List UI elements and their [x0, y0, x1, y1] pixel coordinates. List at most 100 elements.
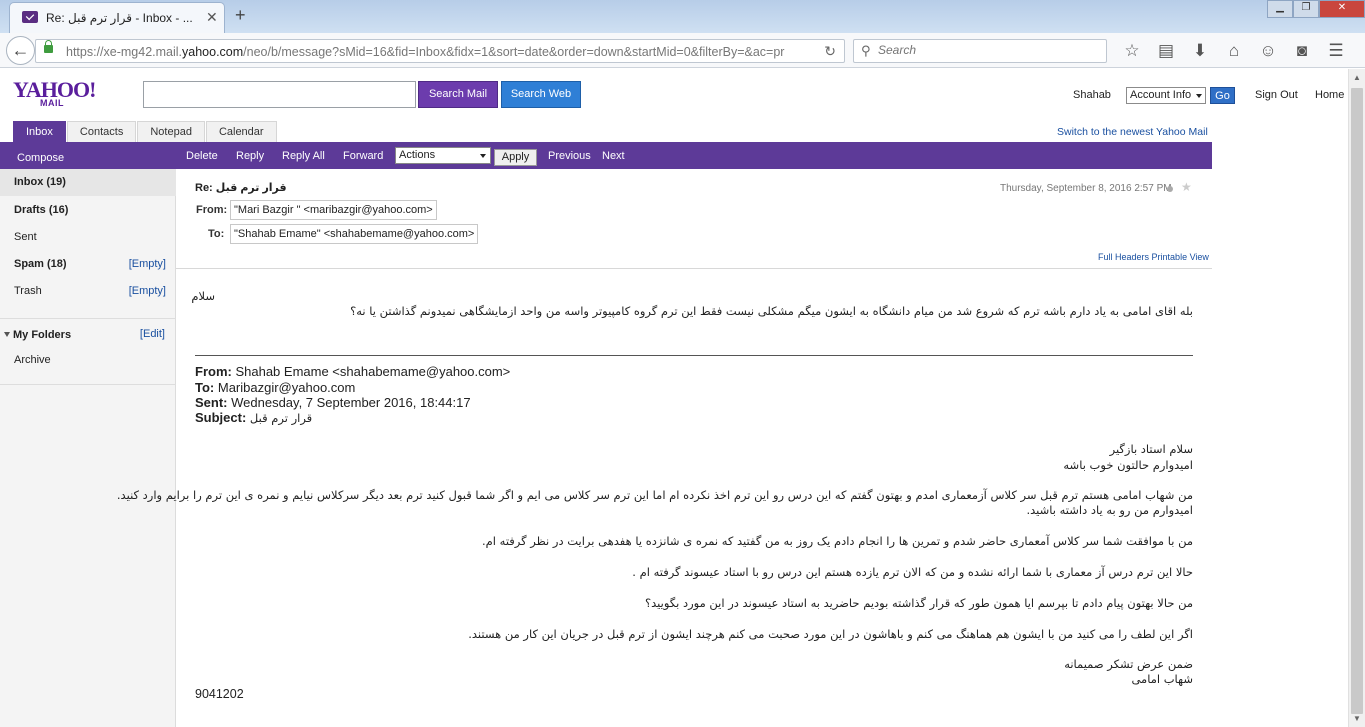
account-info-select[interactable]: Account Info: [1126, 87, 1206, 104]
quoted-line: امیدوارم حالتون خوب باشه: [1063, 458, 1193, 472]
back-button[interactable]: ←: [6, 36, 35, 65]
empty-trash-link[interactable]: [Empty]: [129, 278, 166, 305]
sidebar-item-inbox[interactable]: Inbox (19): [0, 169, 176, 196]
reply-text: بله اقای امامی به یاد دارم باشه ترم که ش…: [350, 304, 1193, 318]
go-button[interactable]: Go: [1210, 87, 1235, 104]
search-web-button[interactable]: Search Web: [501, 81, 581, 108]
download-icon[interactable]: ⬇: [1183, 38, 1217, 64]
minimize-button[interactable]: ▁: [1267, 0, 1293, 18]
browser-tabstrip: Re: قرار ترم قبل - Inbox - ... ✕ + ▁ ❐ ✕: [0, 0, 1365, 33]
tab-contacts[interactable]: Contacts: [66, 121, 137, 142]
tab-title: Re: قرار ترم قبل - Inbox - ...: [46, 11, 193, 25]
chevron-down-icon: [480, 154, 486, 158]
quote-divider: [195, 355, 1193, 356]
browser-tab[interactable]: Re: قرار ترم قبل - Inbox - ... ✕: [9, 2, 225, 33]
full-headers-link[interactable]: Full Headers: [1098, 252, 1149, 262]
actions-select[interactable]: Actions: [395, 147, 491, 164]
from-address[interactable]: "Mari Bazgir " <maribazgir@yahoo.com>: [230, 200, 437, 220]
quoted-line: من با موافقت شما سر کلاس آمعماری حاضر شد…: [482, 534, 1193, 548]
home-icon[interactable]: ⌂: [1217, 38, 1251, 64]
quoted-sent: Sent: Wednesday, 7 September 2016, 18:44…: [195, 395, 471, 410]
empty-spam-link[interactable]: [Empty]: [129, 251, 166, 278]
mail-tabs: Inbox Contacts Notepad Calendar: [13, 121, 278, 142]
sidebar-item-trash[interactable]: Trash [Empty]: [0, 278, 176, 305]
message-toolbar: Compose Delete Reply Reply All Forward A…: [0, 142, 1212, 169]
quoted-line: سلام استاد بازگیر: [1109, 442, 1193, 456]
quoted-line: من شهاب امامی هستم ترم قبل سر کلاس آزمعم…: [116, 488, 1193, 502]
quoted-line: شهاب امامی: [1131, 672, 1193, 686]
to-address[interactable]: "Shahab Emame" <shahabemame@yahoo.com>: [230, 224, 479, 244]
scroll-up-icon[interactable]: ▲: [1349, 69, 1365, 86]
search-icon: ⚲: [861, 43, 871, 58]
read-status-dot-icon[interactable]: [1167, 186, 1173, 192]
url-text[interactable]: https://xe-mg42.mail.yahoo.com/neo/b/mes…: [66, 45, 784, 59]
bookmark-star-icon[interactable]: ☆: [1115, 38, 1149, 64]
new-tab-button[interactable]: +: [235, 5, 246, 26]
reading-list-icon[interactable]: ▤: [1149, 38, 1183, 64]
user-name: Shahab: [1073, 89, 1111, 101]
my-folders-header[interactable]: My Folders: [4, 329, 71, 341]
search-mail-button[interactable]: Search Mail: [418, 81, 498, 108]
folder-sidebar: Inbox (19) Drafts (16) Sent Spam (18) [Em…: [0, 169, 176, 727]
star-icon[interactable]: ★: [1181, 180, 1192, 194]
page-scrollbar[interactable]: ▲ ▼: [1348, 69, 1365, 727]
browser-search-bar[interactable]: ⚲: [853, 39, 1107, 63]
browser-search-input[interactable]: [878, 43, 1098, 57]
to-label: To:: [208, 228, 225, 240]
mail-search-input[interactable]: [143, 81, 416, 108]
window-controls: ▁ ❐ ✕: [1267, 0, 1365, 18]
address-bar[interactable]: https://xe-mg42.mail.yahoo.com/neo/b/mes…: [35, 39, 845, 63]
header-links: Full Headers Printable View: [1098, 252, 1209, 262]
hamburger-menu-icon[interactable]: ☰: [1319, 38, 1353, 64]
compose-button[interactable]: Compose: [17, 152, 64, 164]
edit-folders-link[interactable]: [Edit]: [140, 328, 165, 340]
reload-icon[interactable]: ↻: [824, 43, 836, 60]
printable-view-link[interactable]: Printable View: [1152, 252, 1209, 262]
header-divider: [176, 268, 1212, 269]
message-date: Thursday, September 8, 2016 2:57 PM: [1000, 183, 1172, 194]
yahoo-mail-logo[interactable]: YAHOO! MAIL: [13, 79, 96, 110]
sidebar-item-archive[interactable]: Archive: [0, 347, 176, 374]
quoted-line: من حالا بهتون پیام دادم تا بپرسم ایا همو…: [645, 596, 1193, 610]
student-number: 9041202: [195, 687, 244, 701]
quoted-subject: Subject: قرار ترم قبل: [195, 410, 313, 425]
sign-out-link[interactable]: Sign Out: [1255, 89, 1298, 101]
quoted-from: From: Shahab Emame <shahabemame@yahoo.co…: [195, 364, 511, 379]
sidebar-item-sent[interactable]: Sent: [0, 224, 176, 251]
browser-navbar: ← https://xe-mg42.mail.yahoo.com/neo/b/m…: [0, 33, 1365, 68]
chevron-down-icon: [1196, 94, 1202, 98]
forward-button[interactable]: Forward: [343, 150, 383, 162]
next-button[interactable]: Next: [602, 150, 625, 162]
smiley-icon[interactable]: ☺: [1251, 38, 1285, 64]
sidebar-divider: [0, 384, 176, 385]
close-window-button[interactable]: ✕: [1319, 0, 1365, 18]
quoted-to: To: Maribazgir@yahoo.com: [195, 380, 356, 395]
tab-calendar[interactable]: Calendar: [205, 121, 277, 142]
sidebar-divider: [0, 318, 176, 319]
maximize-button[interactable]: ❐: [1293, 0, 1319, 18]
apply-button[interactable]: Apply: [494, 149, 537, 166]
greeting-text: سلام: [191, 289, 215, 303]
browser-toolbar-icons: ☆ ▤ ⬇ ⌂ ☺ ◙ ☰: [1115, 38, 1353, 64]
quoted-line: حالا این ترم درس آز معماری با شما ارائه …: [632, 565, 1193, 579]
reply-all-button[interactable]: Reply All: [282, 150, 325, 162]
scroll-down-icon[interactable]: ▼: [1349, 710, 1365, 727]
switch-newest-yahoo-mail-link[interactable]: Switch to the newest Yahoo Mail: [1057, 126, 1208, 138]
delete-button[interactable]: Delete: [186, 150, 218, 162]
sidebar-item-drafts[interactable]: Drafts (16): [0, 197, 176, 224]
tab-inbox[interactable]: Inbox: [13, 121, 66, 142]
scrollbar-thumb[interactable]: [1351, 88, 1363, 714]
quoted-line: اگر این لطف را می کنید من با ایشون هم هم…: [468, 627, 1193, 641]
quoted-line: امیدوارم من رو به یاد داشته باشید.: [1026, 503, 1193, 517]
from-label: From:: [196, 204, 228, 216]
tab-notepad[interactable]: Notepad: [137, 121, 205, 142]
home-link[interactable]: Home: [1315, 89, 1344, 101]
lock-icon: [44, 40, 53, 53]
previous-button[interactable]: Previous: [548, 150, 591, 162]
pocket-icon[interactable]: ◙: [1285, 38, 1319, 64]
quoted-line: ضمن عرض تشکر صمیمانه: [1064, 657, 1193, 671]
close-tab-icon[interactable]: ✕: [206, 9, 218, 26]
sidebar-item-spam[interactable]: Spam (18) [Empty]: [0, 251, 176, 278]
reply-button[interactable]: Reply: [236, 150, 264, 162]
message-subject: Re: قرار ترم قبل: [195, 182, 287, 194]
